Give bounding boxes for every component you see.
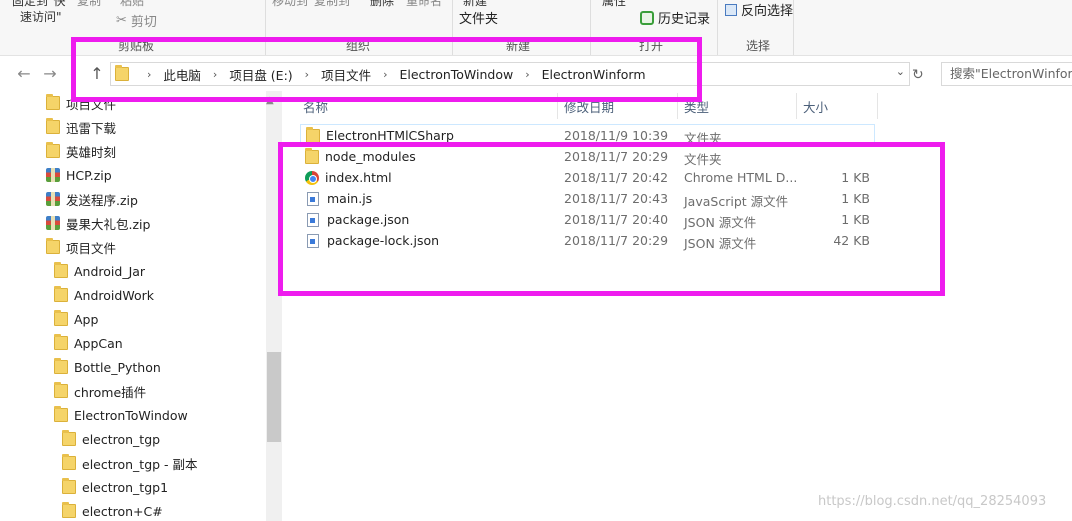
column-header-size[interactable]: 大小: [803, 97, 828, 116]
cut-button[interactable]: ✂ 剪切: [116, 11, 157, 30]
invert-selection-label: 反向选择: [741, 4, 794, 19]
tree-item[interactable]: 迅雷下载: [46, 115, 116, 139]
address-dropdown-icon[interactable]: ⌄: [896, 65, 905, 78]
ribbon-separator: [717, 0, 718, 55]
folder-icon: [62, 430, 76, 446]
search-input[interactable]: 搜索"ElectronWinform": [941, 62, 1072, 86]
folder-icon: [62, 502, 76, 518]
tree-item[interactable]: electron_tgp - 副本: [62, 451, 198, 475]
tree-item-label: HCP.zip: [66, 167, 112, 183]
paste-button[interactable]: 粘贴: [120, 0, 144, 9]
tree-item-label: electron_tgp1: [82, 479, 169, 495]
zip-icon: [46, 216, 60, 230]
cut-label: 剪切: [130, 15, 157, 30]
refresh-icon[interactable]: ↻: [912, 67, 924, 83]
tree-item[interactable]: ElectronToWindow: [54, 403, 188, 427]
tree-item[interactable]: electron_tgp1: [62, 475, 168, 499]
tree-item-label: electron+C#: [82, 503, 163, 519]
history-icon: [640, 10, 654, 25]
scrollbar-thumb[interactable]: [267, 352, 281, 442]
tree-item-label: electron_tgp: [82, 431, 161, 447]
ribbon-separator: [793, 0, 794, 55]
folder-icon: [54, 406, 68, 422]
tree-item[interactable]: 英雄时刻: [46, 139, 116, 163]
zip-icon: [46, 192, 60, 206]
file-name: ElectronHTMlCSharp: [306, 126, 454, 143]
tree-item-label: Bottle_Python: [74, 359, 161, 375]
new-folder-button[interactable]: 文件夹: [459, 8, 498, 27]
folder-icon: [54, 286, 68, 302]
tree-item[interactable]: electron_tgp: [62, 427, 160, 451]
tree-item[interactable]: AndroidWork: [54, 283, 154, 307]
tree-item[interactable]: HCP.zip: [46, 163, 112, 187]
folder-icon: [54, 382, 68, 398]
history-button[interactable]: 历史记录: [640, 8, 710, 27]
folder-icon: [54, 310, 68, 326]
invert-selection-icon: [725, 3, 737, 16]
tree-item[interactable]: 曼果大礼包.zip: [46, 211, 150, 235]
delete-button[interactable]: 删除: [370, 0, 394, 9]
folder-icon: [46, 118, 60, 134]
folder-icon: [46, 94, 60, 110]
properties-button[interactable]: 属性: [602, 0, 626, 9]
tree-item-label: AndroidWork: [74, 287, 154, 303]
tree-item-label: chrome插件: [74, 384, 147, 400]
tree-item-label: AppCan: [74, 335, 123, 351]
tree-item-label: Android_Jar: [74, 263, 146, 279]
rename-button[interactable]: 重命名: [406, 0, 442, 9]
copy-to-button[interactable]: 复制到: [314, 0, 350, 9]
zip-icon: [46, 168, 60, 182]
tree-item[interactable]: Android_Jar: [54, 259, 145, 283]
tree-item-label: 发送程序.zip: [66, 192, 138, 208]
tree-item-label: 英雄时刻: [66, 144, 117, 160]
move-to-button[interactable]: 移动到: [272, 0, 308, 9]
back-arrow-icon[interactable]: ←: [13, 63, 35, 85]
folder-icon: [54, 262, 68, 278]
tree-item-label: ElectronToWindow: [74, 407, 188, 423]
tree-item[interactable]: 发送程序.zip: [46, 187, 138, 211]
file-date: 2018/11/9 10:39: [564, 128, 669, 143]
folder-icon: [306, 126, 320, 143]
forward-arrow-icon[interactable]: →: [39, 63, 61, 85]
address-highlight-box: [71, 37, 702, 102]
folder-icon: [62, 478, 76, 494]
tree-item[interactable]: 项目文件: [46, 235, 116, 259]
navigation-pane: 项目文件 迅雷下载 英雄时刻 HCP.zip 发送程序.zip 曼果大礼包.zi…: [0, 91, 266, 521]
tree-item[interactable]: chrome插件: [54, 379, 146, 403]
tree-item-label: App: [74, 311, 99, 327]
folder-icon: [54, 358, 68, 374]
invert-selection-button[interactable]: 反向选择: [725, 0, 793, 19]
column-separator[interactable]: [796, 93, 797, 119]
tree-item-label: 曼果大礼包.zip: [66, 216, 151, 232]
scissors-icon: ✂: [116, 13, 127, 28]
tree-item-label: electron_tgp - 副本: [82, 456, 198, 472]
ribbon-group-select: 选择: [746, 39, 771, 53]
folder-icon: [62, 454, 76, 470]
tree-item[interactable]: App: [54, 307, 98, 331]
tree-item-label: 迅雷下载: [66, 120, 117, 136]
tree-item[interactable]: Bottle_Python: [54, 355, 161, 379]
pin-quick-access-line2[interactable]: 速访问": [20, 8, 62, 25]
files-highlight-box: [278, 142, 945, 296]
watermark: https://blog.csdn.net/qq_28254093: [818, 494, 1047, 509]
history-label: 历史记录: [658, 12, 711, 27]
folder-icon: [54, 334, 68, 350]
folder-icon: [46, 238, 60, 254]
file-name-label: ElectronHTMlCSharp: [326, 128, 454, 143]
tree-item-label: 项目文件: [66, 240, 117, 256]
tree-item[interactable]: electron+C#: [62, 499, 163, 521]
copy-button[interactable]: 复制: [77, 0, 101, 9]
tree-item[interactable]: AppCan: [54, 331, 123, 355]
folder-icon: [46, 142, 60, 158]
column-separator[interactable]: [877, 93, 878, 119]
